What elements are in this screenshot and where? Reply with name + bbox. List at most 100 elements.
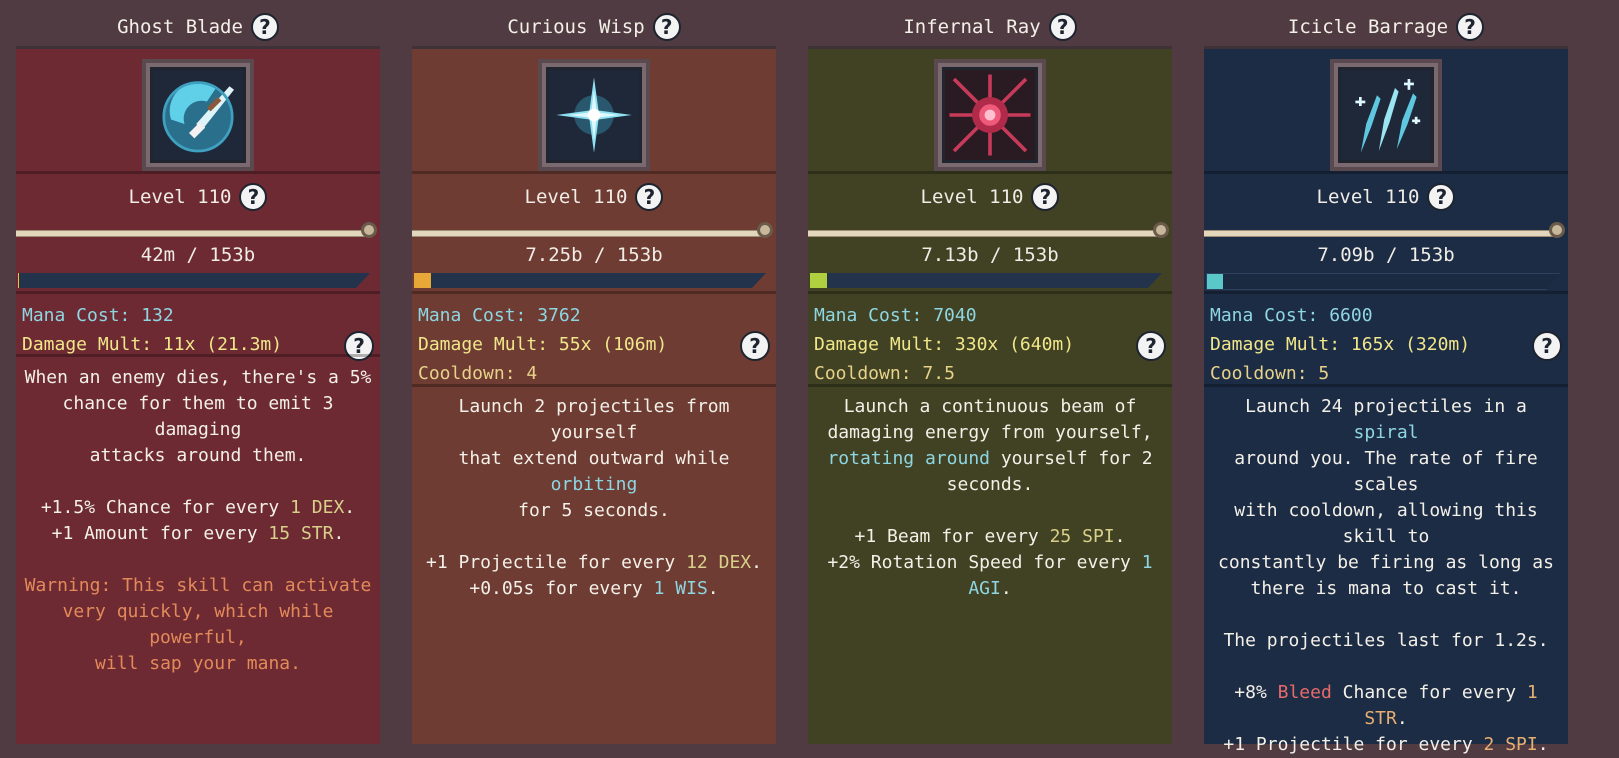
xp-progress-bar [414, 273, 766, 288]
bonus-text: +8% [1234, 682, 1278, 703]
desc-text: yourself for 2 [990, 448, 1153, 469]
damage-mult-row: Damage Mult: 330x (640m) [814, 330, 1166, 359]
mana-cost-value: 6600 [1329, 305, 1373, 326]
bonus-amount: 25 [1049, 526, 1072, 547]
desc-line: Launch 24 projectiles in a spiral [1208, 394, 1564, 446]
level-slider-handle[interactable] [1153, 222, 1169, 238]
bonus-line: +1 Beam for every 25 SPI. [812, 524, 1168, 550]
help-icon[interactable]: ? [1048, 13, 1077, 41]
stats-help-icon[interactable]: ? [1136, 331, 1166, 361]
desc-line: attacks around them. [89, 445, 307, 466]
desc-line: Launch 2 projectiles from yourself [458, 396, 730, 443]
level-slider-track[interactable] [16, 230, 366, 237]
level-label: Level 110 [920, 186, 1024, 208]
desc-line: Launch a continuous beam of [843, 396, 1137, 417]
help-icon[interactable]: ? [1427, 183, 1456, 211]
desc-line: around you. The rate of fire scales [1234, 448, 1538, 495]
mana-cost-label: Mana Cost: [418, 305, 527, 326]
cooldown-label: Cooldown: [1210, 363, 1308, 384]
desc-line: The projectiles last for 1.2s. [1223, 630, 1549, 651]
warning-line: very quickly, which while powerful, [62, 601, 334, 648]
bonus-amount: 2 [1483, 734, 1495, 755]
xp-progress-fill [414, 273, 431, 288]
warning-line: will sap your mana. [95, 653, 301, 674]
xp-progress-bar [810, 273, 1162, 288]
help-icon[interactable]: ? [652, 13, 681, 41]
skill-card-ghost-blade: Ghost Blade ? Level 110 ? 42m / 153b Man… [16, 0, 380, 744]
bonus-text: +1 Projectile for every [1223, 734, 1484, 755]
skill-stats: Mana Cost: 3762 Damage Mult: 55x (106m) … [418, 301, 770, 388]
damage-mult-label: Damage Mult: [22, 334, 153, 355]
bonus-text: Chance for every [1331, 682, 1527, 703]
level-slider-handle[interactable] [1549, 222, 1565, 238]
divider [808, 171, 1172, 174]
bonus-line: +1 Projectile for every 2 SPI. [1208, 732, 1564, 758]
level-row: Level 110 ? [1204, 180, 1568, 214]
desc-text: that extend outward while [458, 448, 730, 469]
help-icon[interactable]: ? [1031, 183, 1060, 211]
bonus-amount: 1 [1141, 552, 1153, 573]
icicle-barrage-icon [1338, 67, 1434, 163]
skill-icon-frame [934, 59, 1046, 171]
level-slider-track[interactable] [808, 230, 1158, 237]
level-slider-track[interactable] [1204, 230, 1554, 237]
skill-panel: Level 110 ? 42m / 153b Mana Cost: 132 Da… [16, 46, 380, 744]
help-icon[interactable]: ? [635, 183, 664, 211]
bonus-line: +1 Projectile for every 12 DEX. [416, 550, 772, 576]
help-icon[interactable]: ? [1456, 13, 1485, 41]
skill-title-row: Icicle Barrage ? [1204, 10, 1568, 44]
level-slider-handle[interactable] [757, 222, 773, 238]
damage-mult-label: Damage Mult: [814, 334, 945, 355]
cooldown-value: 5 [1318, 363, 1330, 384]
desc-line: there is mana to cast it. [1250, 578, 1522, 599]
bonus-amount: 1 [290, 497, 301, 518]
skill-title: Ghost Blade [117, 16, 243, 38]
mana-cost-label: Mana Cost: [1210, 305, 1319, 326]
help-icon[interactable]: ? [239, 183, 268, 211]
damage-mult-row: Damage Mult: 165x (320m) [1210, 330, 1562, 359]
damage-mult-label: Damage Mult: [1210, 334, 1341, 355]
help-icon[interactable]: ? [250, 13, 279, 41]
bonus-amount: 12 [686, 552, 708, 573]
warning-line: Warning: This skill can activate [24, 575, 372, 596]
bonus-stat: WIS [675, 578, 708, 599]
bonus-punct: . [1000, 578, 1012, 599]
level-row: Level 110 ? [16, 180, 380, 214]
bonus-line: +0.05s for every 1 WIS. [416, 576, 772, 602]
damage-mult-value: 165x (320m) [1350, 334, 1471, 355]
desc-line: When an enemy dies, there's a 5% [24, 367, 372, 388]
xp-progress-bar [1206, 273, 1560, 290]
cooldown-label: Cooldown: [418, 363, 516, 384]
damage-mult-row: Damage Mult: 55x (106m) [418, 330, 770, 359]
skill-title: Curious Wisp [507, 16, 645, 38]
divider [1204, 291, 1568, 294]
bonus-text: +1 Beam for every [854, 526, 1050, 547]
mana-cost-label: Mana Cost: [22, 305, 131, 326]
desc-line: with cooldown, allowing this skill to [1234, 500, 1538, 547]
skill-card-icicle-barrage: Icicle Barrage ? Level 110 ? 7.09b / 153… [1204, 0, 1568, 755]
divider [16, 171, 380, 174]
bonus-line: +2% Rotation Speed for every 1 AGI. [812, 550, 1168, 602]
xp-text: 7.25b / 153b [525, 244, 663, 266]
bonus-stat: SPI [1505, 734, 1538, 755]
stats-help-icon[interactable]: ? [1532, 331, 1562, 361]
bonus-amount: 1 [1526, 682, 1538, 703]
bonus-punct: . [707, 578, 719, 599]
divider [1204, 384, 1568, 387]
skill-panel: Level 110 ? 7.13b / 153b Mana Cost: 7040… [808, 46, 1172, 744]
desc-line: constantly be firing as long as [1218, 552, 1554, 573]
desc-line: that extend outward while orbiting [416, 446, 772, 498]
infernal-ray-icon [942, 67, 1038, 163]
skill-panel: Level 110 ? 7.09b / 153b Mana Cost: 6600… [1204, 46, 1568, 755]
divider [808, 291, 1172, 294]
bonus-text: +1 Projectile for every [426, 552, 687, 573]
skill-icon-frame [538, 59, 650, 171]
bonus-stat: STR [1364, 708, 1397, 729]
level-slider-handle[interactable] [361, 222, 377, 238]
bonus-stat: DEX [311, 497, 345, 518]
level-slider-track[interactable] [412, 230, 762, 237]
skill-description: Launch 24 projectiles in a spiral around… [1208, 394, 1564, 758]
stats-help-icon[interactable]: ? [740, 331, 770, 361]
divider [1204, 171, 1568, 174]
desc-line: chance for them to emit 3 damaging [62, 393, 334, 440]
